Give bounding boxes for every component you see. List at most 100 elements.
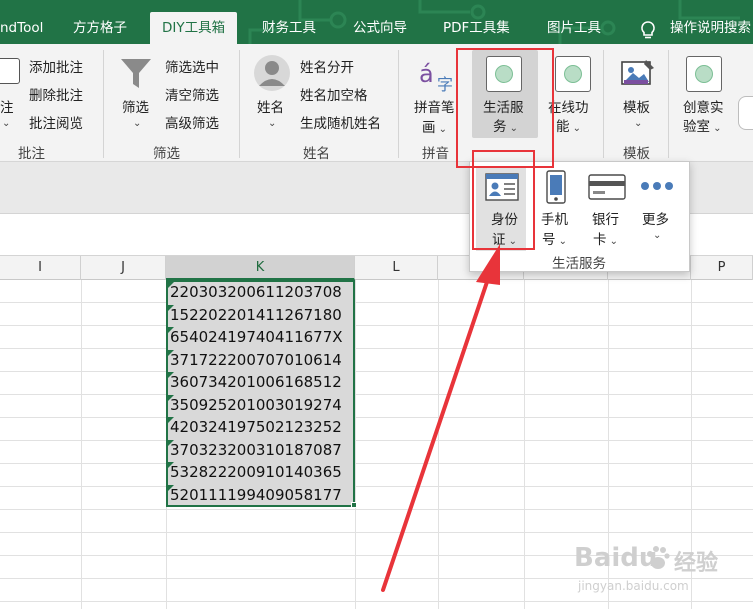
chevron-down-icon[interactable]: ⌄ (634, 118, 642, 129)
row-gridline (0, 348, 753, 349)
table-cell[interactable]: 532822200910140365 (168, 461, 354, 484)
creative-lab-icon-frame[interactable] (686, 56, 722, 92)
tab-fangfang-gezi[interactable]: 方方格子 (73, 12, 127, 44)
chevron-down-icon[interactable]: ⌄ (710, 123, 721, 134)
person-icon[interactable] (253, 54, 291, 92)
group-separator (398, 50, 399, 158)
group-label-annotation: 批注 (18, 146, 45, 162)
phone-label-line2: 号 (542, 232, 556, 248)
table-cell[interactable]: 152202201411267180 (168, 304, 354, 327)
tab-ndtool[interactable]: ndTool (0, 12, 43, 44)
table-cell[interactable]: 220303200611203708 (168, 281, 354, 304)
mobile-phone-icon[interactable] (544, 170, 568, 204)
ribbon-scroll-tab[interactable] (738, 96, 753, 130)
circle-icon (564, 65, 582, 83)
random-name-button[interactable]: 生成随机姓名 (300, 112, 381, 132)
group-label-name: 姓名 (303, 146, 330, 162)
online-function-button[interactable]: 在线功 (548, 96, 589, 116)
phone-number-button[interactable]: 手机 (541, 208, 568, 228)
paw-icon (647, 546, 670, 569)
column-header-j[interactable]: J (81, 256, 166, 280)
more-dots-icon[interactable] (639, 180, 675, 192)
group-separator (103, 50, 104, 158)
clear-filter-button[interactable]: 清空筛选 (165, 84, 219, 104)
table-cell[interactable]: 360734201006168512 (168, 371, 354, 394)
name-add-space-button[interactable]: 姓名加空格 (300, 84, 368, 104)
chevron-down-icon[interactable]: ⌄ (570, 123, 581, 134)
watermark-cn: 经验 (674, 551, 719, 576)
online-function-button-line2[interactable]: 能 ⌄ (556, 115, 581, 135)
pinyin-stroke-button-line2[interactable]: 画 ⌄ (422, 116, 447, 136)
tab-finance-tools[interactable]: 财务工具 (262, 12, 316, 44)
filter-selected-button[interactable]: 筛选选中 (165, 56, 219, 76)
watermark-brand: Baidu (574, 543, 658, 573)
circle-icon (695, 65, 713, 83)
column-gridline (524, 280, 525, 609)
pinyin-stroke-button[interactable]: 拼音笔 (414, 96, 455, 116)
row-gridline (0, 325, 753, 326)
highlight-box-id-card (472, 150, 535, 250)
add-comment-button[interactable]: 添加批注 (29, 56, 83, 76)
bank-card-button-line2[interactable]: 卡 ⌄ (593, 228, 618, 248)
name-button[interactable]: 姓名 (257, 96, 284, 116)
group-label-pinyin: 拼音 (422, 146, 449, 162)
table-cell[interactable]: 370323200310187087 (168, 439, 354, 462)
table-cell[interactable]: 420324197502123252 (168, 416, 354, 439)
group-separator (603, 50, 604, 158)
tab-pdf-tools[interactable]: PDF工具集 (443, 12, 510, 44)
tell-me-search[interactable]: 操作说明搜索 (670, 12, 751, 44)
column-header-l[interactable]: L (355, 256, 438, 280)
group-label-life-service: 生活服务 (552, 256, 606, 272)
split-name-button[interactable]: 姓名分开 (300, 56, 354, 76)
online-function-icon-frame[interactable] (555, 56, 591, 92)
chevron-down-icon[interactable]: ⌄ (2, 118, 10, 129)
pinyin-label-line2: 画 (422, 120, 436, 136)
chevron-down-icon[interactable]: ⌄ (653, 230, 661, 241)
bank-card-label-line2: 卡 (593, 232, 607, 248)
column-header-i[interactable]: I (0, 256, 81, 280)
chevron-down-icon[interactable]: ⌄ (133, 118, 141, 129)
tab-formula-wizard[interactable]: 公式向导 (353, 12, 407, 44)
chevron-down-icon[interactable]: ⌄ (556, 236, 567, 247)
template-image-icon[interactable] (620, 56, 656, 92)
table-cell[interactable]: 520111199409058177 (168, 484, 354, 507)
table-cell[interactable]: 65402419740411677X (168, 326, 354, 349)
baidu-jingyan-watermark: Baidu 经验 jingyan.baidu.com (570, 543, 750, 605)
template-button[interactable]: 模板 (623, 96, 650, 116)
phone-number-button-line2[interactable]: 号 ⌄ (542, 228, 567, 248)
lightbulb-icon[interactable] (637, 19, 659, 41)
funnel-icon[interactable] (119, 56, 153, 92)
row-gridline (0, 463, 753, 464)
creative-lab-button[interactable]: 创意实 (683, 96, 724, 116)
chevron-down-icon[interactable]: ⌄ (268, 118, 276, 129)
comment-icon[interactable] (0, 58, 20, 84)
fill-handle[interactable] (351, 502, 357, 508)
column-header-k[interactable]: K (166, 256, 355, 280)
group-separator (668, 50, 669, 158)
chevron-down-icon[interactable]: ⌄ (607, 236, 618, 247)
advanced-filter-button[interactable]: 高级筛选 (165, 112, 219, 132)
chevron-down-icon[interactable]: ⌄ (436, 124, 447, 135)
group-separator (239, 50, 240, 158)
table-cell[interactable]: 371722200707010614 (168, 349, 354, 372)
creative-label-line2: 验室 (683, 119, 710, 135)
more-button[interactable]: 更多 (642, 208, 669, 228)
group-label-template: 模板 (623, 146, 650, 162)
row-gridline (0, 394, 753, 395)
row-gridline (0, 509, 753, 510)
column-header-p[interactable]: P (691, 256, 753, 280)
svg-text:á: á (419, 60, 434, 88)
table-cell[interactable]: 350925201003019274 (168, 394, 354, 417)
tab-image-tools[interactable]: 图片工具 (547, 12, 601, 44)
bank-card-button[interactable]: 银行 (592, 208, 619, 228)
pinyin-icon[interactable]: á 字 (417, 56, 457, 94)
bank-card-icon[interactable] (588, 173, 626, 201)
delete-comment-button[interactable]: 删除批注 (29, 84, 83, 104)
read-comments-button[interactable]: 批注阅览 (29, 112, 83, 132)
comment-button-label[interactable]: 注 (0, 96, 14, 116)
filter-button[interactable]: 筛选 (122, 96, 149, 116)
watermark-url: jingyan.baidu.com (578, 579, 689, 593)
creative-lab-button-line2[interactable]: 验室 ⌄ (683, 115, 722, 135)
row-gridline (0, 302, 753, 303)
tab-diy-toolbox[interactable]: DIY工具箱 (150, 12, 238, 44)
